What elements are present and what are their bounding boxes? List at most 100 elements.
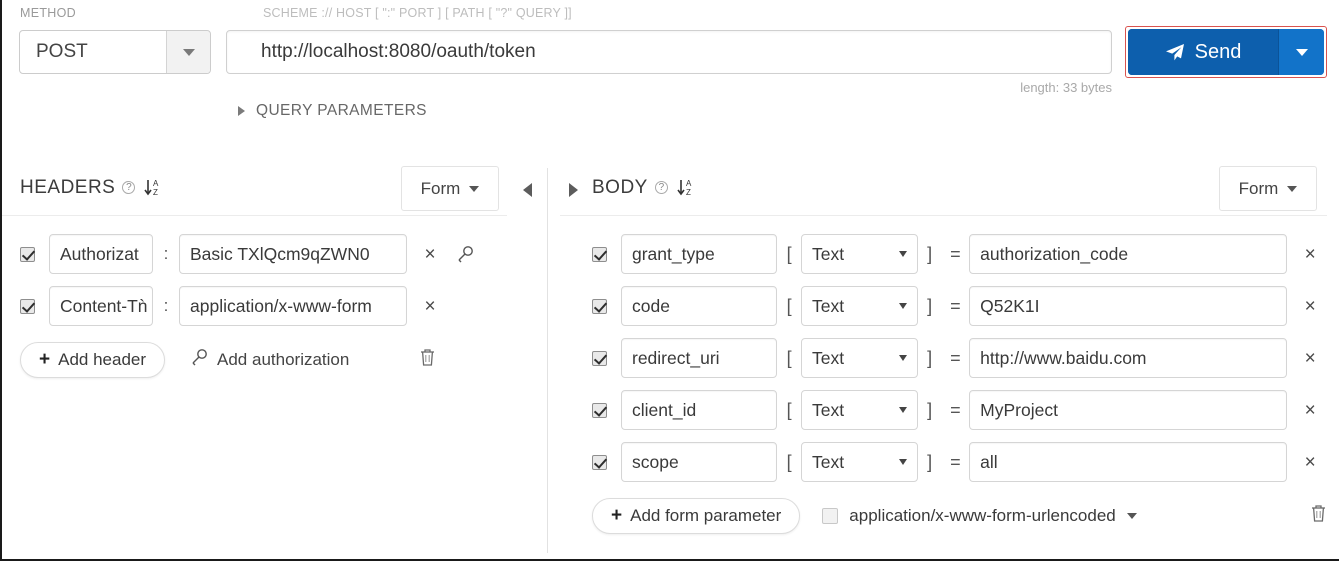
header-value-input[interactable]: Basic TXlQcm9qZWN0 (179, 234, 407, 274)
param-enabled-checkbox[interactable] (592, 454, 607, 470)
svg-text:A: A (686, 179, 692, 188)
send-button-group[interactable]: Send (1128, 29, 1324, 75)
equals-sign: = (950, 399, 961, 420)
send-options-toggle[interactable] (1278, 29, 1324, 75)
panel-divider (547, 168, 548, 553)
method-value[interactable]: POST (20, 31, 166, 73)
method-dropdown[interactable]: POST (19, 30, 211, 74)
header-name-input[interactable]: Content-Tǹ (49, 286, 153, 326)
add-form-parameter-button[interactable]: + Add form parameter (592, 498, 801, 534)
delete-all-params-button[interactable] (1310, 504, 1327, 528)
param-type-dropdown[interactable]: Text (801, 390, 918, 430)
remove-param-button[interactable]: × (1293, 349, 1327, 368)
body-panel-header: BODY ? A Z Form (560, 160, 1327, 216)
param-enabled-checkbox[interactable] (592, 402, 607, 418)
chevron-down-icon (898, 459, 907, 465)
header-separator: : (163, 244, 169, 263)
url-input[interactable]: http://localhost:8080/oauth/token (226, 30, 1112, 74)
bracket-close: ] (927, 451, 933, 472)
send-button[interactable]: Send (1128, 29, 1278, 75)
header-value-input[interactable]: application/x-www-form (179, 286, 407, 326)
param-value-input[interactable]: http://www.baidu.com (969, 338, 1288, 378)
body-view-mode-dropdown[interactable]: Form (1219, 166, 1317, 211)
remove-header-button[interactable]: × (413, 297, 447, 316)
header-row: Content-Tǹ : application/x-www-form × (2, 280, 507, 332)
header-row: Authorizat : Basic TXlQcm9qZWN0 × (2, 228, 507, 280)
request-builder: METHOD SCHEME :// HOST [ ":" PORT ] [ PA… (0, 0, 1339, 561)
header-enabled-checkbox[interactable] (20, 298, 35, 314)
param-value-input[interactable]: Q52K1I (969, 286, 1288, 326)
equals-sign: = (950, 347, 961, 368)
remove-param-button[interactable]: × (1293, 245, 1327, 264)
param-name-input[interactable]: redirect_uri (621, 338, 778, 378)
body-panel: BODY ? A Z Form grant_type [Text] = au… (560, 160, 1327, 544)
chevron-right-icon (238, 106, 245, 116)
method-label: METHOD (20, 6, 76, 20)
param-type-label: Text (812, 243, 845, 264)
remove-param-button[interactable]: × (1293, 401, 1327, 420)
add-authorization-button[interactable]: Add authorization (189, 348, 349, 372)
header-separator: : (163, 296, 169, 315)
key-icon[interactable] (447, 245, 481, 264)
query-parameters-toggle[interactable]: QUERY PARAMETERS (238, 102, 427, 120)
headers-view-mode-label: Form (420, 178, 461, 198)
sort-az-icon[interactable]: A Z (144, 178, 161, 197)
param-type-dropdown[interactable]: Text (801, 286, 918, 326)
headers-panel-header: HEADERS ? A Z Form (2, 160, 507, 216)
param-name-input[interactable]: code (621, 286, 778, 326)
remove-param-button[interactable]: × (1293, 453, 1327, 472)
send-button-label: Send (1194, 40, 1242, 63)
param-value-input[interactable]: authorization_code (969, 234, 1288, 274)
headers-view-mode-dropdown[interactable]: Form (401, 166, 499, 211)
param-name-input[interactable]: scope (621, 442, 778, 482)
param-type-dropdown[interactable]: Text (801, 338, 918, 378)
header-enabled-checkbox[interactable] (20, 246, 35, 262)
help-icon[interactable]: ? (654, 181, 668, 194)
body-footer: + Add form parameter application/x-www-f… (560, 488, 1327, 544)
body-param-row: code [ Text ] = Q52K1I × (560, 280, 1327, 332)
bracket-open: [ (786, 451, 792, 472)
request-line-labels: METHOD SCHEME :// HOST [ ":" PORT ] [ PA… (2, 6, 1339, 24)
bracket-open: [ (786, 399, 792, 420)
param-name-input[interactable]: grant_type (621, 234, 778, 274)
body-view-mode-label: Form (1238, 178, 1279, 198)
bracket-close: ] (927, 243, 933, 264)
collapse-headers-button[interactable] (518, 180, 536, 200)
param-name-input[interactable]: client_id (621, 390, 778, 430)
encoding-checkbox[interactable] (822, 508, 839, 524)
method-dropdown-toggle[interactable] (166, 31, 210, 73)
param-type-dropdown[interactable]: Text (801, 234, 918, 274)
remove-header-button[interactable]: × (413, 245, 447, 264)
bracket-open: [ (786, 295, 792, 316)
param-value-input[interactable]: all (969, 442, 1288, 482)
body-param-row: client_id [ Text ] = MyProject × (560, 384, 1327, 436)
delete-all-headers-button[interactable] (419, 348, 436, 372)
param-enabled-checkbox[interactable] (592, 246, 607, 262)
chevron-down-icon (182, 48, 195, 56)
param-type-label: Text (812, 451, 845, 472)
add-header-label: Add header (58, 350, 147, 369)
headers-panel: HEADERS ? A Z Form Authorizat: Basic TX… (2, 160, 507, 388)
header-name-input[interactable]: Authorizat (49, 234, 153, 274)
help-icon[interactable]: ? (122, 181, 136, 194)
remove-param-button[interactable]: × (1293, 297, 1327, 316)
chevron-down-icon (1126, 513, 1137, 519)
add-header-button[interactable]: + Add header (20, 342, 166, 378)
param-type-label: Text (812, 347, 845, 368)
query-parameters-label: QUERY PARAMETERS (256, 102, 427, 119)
encoding-selector[interactable]: application/x-www-form-urlencoded (822, 506, 1137, 526)
param-enabled-checkbox[interactable] (592, 298, 607, 314)
param-type-dropdown[interactable]: Text (801, 442, 918, 482)
param-enabled-checkbox[interactable] (592, 350, 607, 366)
body-param-row: grant_type [ Text ] = authorization_code… (560, 228, 1327, 280)
param-value-input[interactable]: MyProject (969, 390, 1288, 430)
chevron-down-icon (898, 407, 907, 413)
chevron-left-icon (522, 183, 532, 197)
sort-az-icon[interactable]: A Z (677, 178, 694, 197)
url-format-label: SCHEME :// HOST [ ":" PORT ] [ PATH [ "?… (263, 6, 572, 20)
body-param-row: scope [ Text ] = all × (560, 436, 1327, 488)
key-icon (189, 348, 208, 372)
chevron-down-icon (1287, 185, 1298, 192)
svg-text:Z: Z (686, 188, 691, 197)
equals-sign: = (950, 451, 961, 472)
